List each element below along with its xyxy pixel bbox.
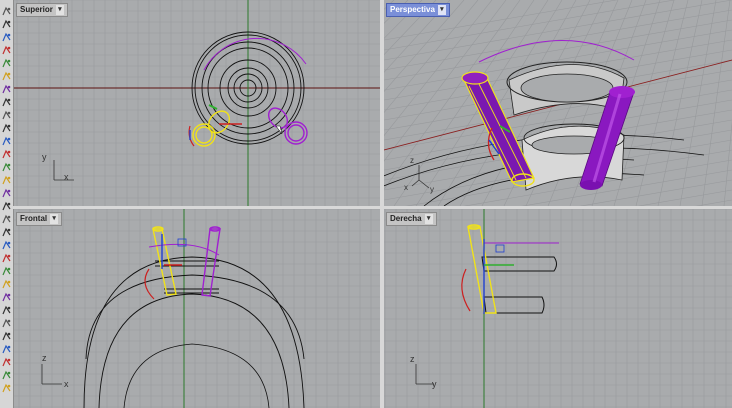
- surface-icon[interactable]: [1, 134, 12, 146]
- join-icon[interactable]: [1, 329, 12, 341]
- right-view-canvas[interactable]: z y: [384, 209, 732, 408]
- grid-line: [384, 0, 423, 39]
- viewport-tab-perspective[interactable]: Perspectiva ▾: [386, 3, 450, 17]
- array-icon[interactable]: [1, 277, 12, 289]
- solid-icon[interactable]: [1, 186, 12, 198]
- viewport-splitter-horizontal[interactable]: [13, 206, 732, 209]
- polyline-icon[interactable]: [1, 30, 12, 42]
- viewport-tab-top[interactable]: Superior ▾: [16, 3, 68, 17]
- ellipse-icon[interactable]: [1, 82, 12, 94]
- grid-line: [679, 0, 717, 206]
- top-view-canvas[interactable]: y x: [14, 0, 380, 206]
- chevron-down-icon[interactable]: ▾: [55, 5, 64, 15]
- sweep-icon[interactable]: [1, 160, 12, 172]
- perspective-view-canvas[interactable]: z y x: [384, 0, 732, 206]
- mirror-icon[interactable]: [1, 290, 12, 302]
- viewport-title: Superior: [20, 5, 53, 14]
- grid-line: [579, 179, 732, 206]
- transform-icon[interactable]: [1, 225, 12, 237]
- trim-icon[interactable]: [1, 316, 12, 328]
- axis-y-label: y: [432, 379, 437, 389]
- grid-line: [637, 189, 732, 206]
- explode-icon[interactable]: [1, 342, 12, 354]
- freeform-icon[interactable]: [1, 95, 12, 107]
- dimension-icon[interactable]: [1, 355, 12, 367]
- grid-line: [384, 0, 409, 24]
- axis-y-label: y: [430, 185, 434, 194]
- left-toolbar: [0, 0, 14, 408]
- text-icon[interactable]: [1, 368, 12, 380]
- axis-y-label: y: [42, 152, 47, 162]
- axis-x-label: x: [64, 379, 69, 389]
- chevron-down-icon[interactable]: ▾: [50, 214, 59, 224]
- scale-icon[interactable]: [1, 264, 12, 276]
- viewport-top[interactable]: y x Superior ▾: [14, 0, 380, 206]
- move-icon[interactable]: [1, 238, 12, 250]
- axis-z-label: z: [410, 156, 414, 165]
- curve-icon[interactable]: [1, 17, 12, 29]
- axis-x-label: x: [404, 183, 408, 192]
- rectangle-icon[interactable]: [1, 43, 12, 55]
- extrude-icon[interactable]: [1, 173, 12, 185]
- mesh-icon[interactable]: [1, 212, 12, 224]
- axis-z-label: z: [410, 354, 415, 364]
- boolean-icon[interactable]: [1, 199, 12, 211]
- loft-icon[interactable]: [1, 147, 12, 159]
- viewport-perspective[interactable]: z y x Perspectiva ▾: [384, 0, 732, 206]
- viewport-front[interactable]: z x Frontal ▾: [14, 209, 380, 408]
- split-icon[interactable]: [1, 303, 12, 315]
- viewport-tab-front[interactable]: Frontal ▾: [16, 212, 63, 226]
- chevron-down-icon[interactable]: ▾: [437, 5, 446, 15]
- viewport-splitter-vertical[interactable]: [380, 0, 384, 408]
- axis-x-label: x: [64, 172, 69, 182]
- viewport-title: Derecha: [390, 214, 422, 223]
- render-icon[interactable]: [1, 381, 12, 393]
- viewport-tab-right[interactable]: Derecha ▾: [386, 212, 437, 226]
- chevron-down-icon[interactable]: ▾: [424, 214, 433, 224]
- viewport-right[interactable]: z y Derecha ▾: [384, 209, 732, 408]
- rotate-icon[interactable]: [1, 251, 12, 263]
- viewport-title: Perspectiva: [390, 5, 435, 14]
- circle-icon[interactable]: [1, 56, 12, 68]
- axis-z-label: z: [42, 353, 47, 363]
- offset-icon[interactable]: [1, 121, 12, 133]
- point-icon[interactable]: [1, 4, 12, 16]
- arc-icon[interactable]: [1, 69, 12, 81]
- fillet-icon[interactable]: [1, 108, 12, 120]
- viewport-title: Frontal: [20, 214, 48, 223]
- front-view-canvas[interactable]: z x: [14, 209, 380, 408]
